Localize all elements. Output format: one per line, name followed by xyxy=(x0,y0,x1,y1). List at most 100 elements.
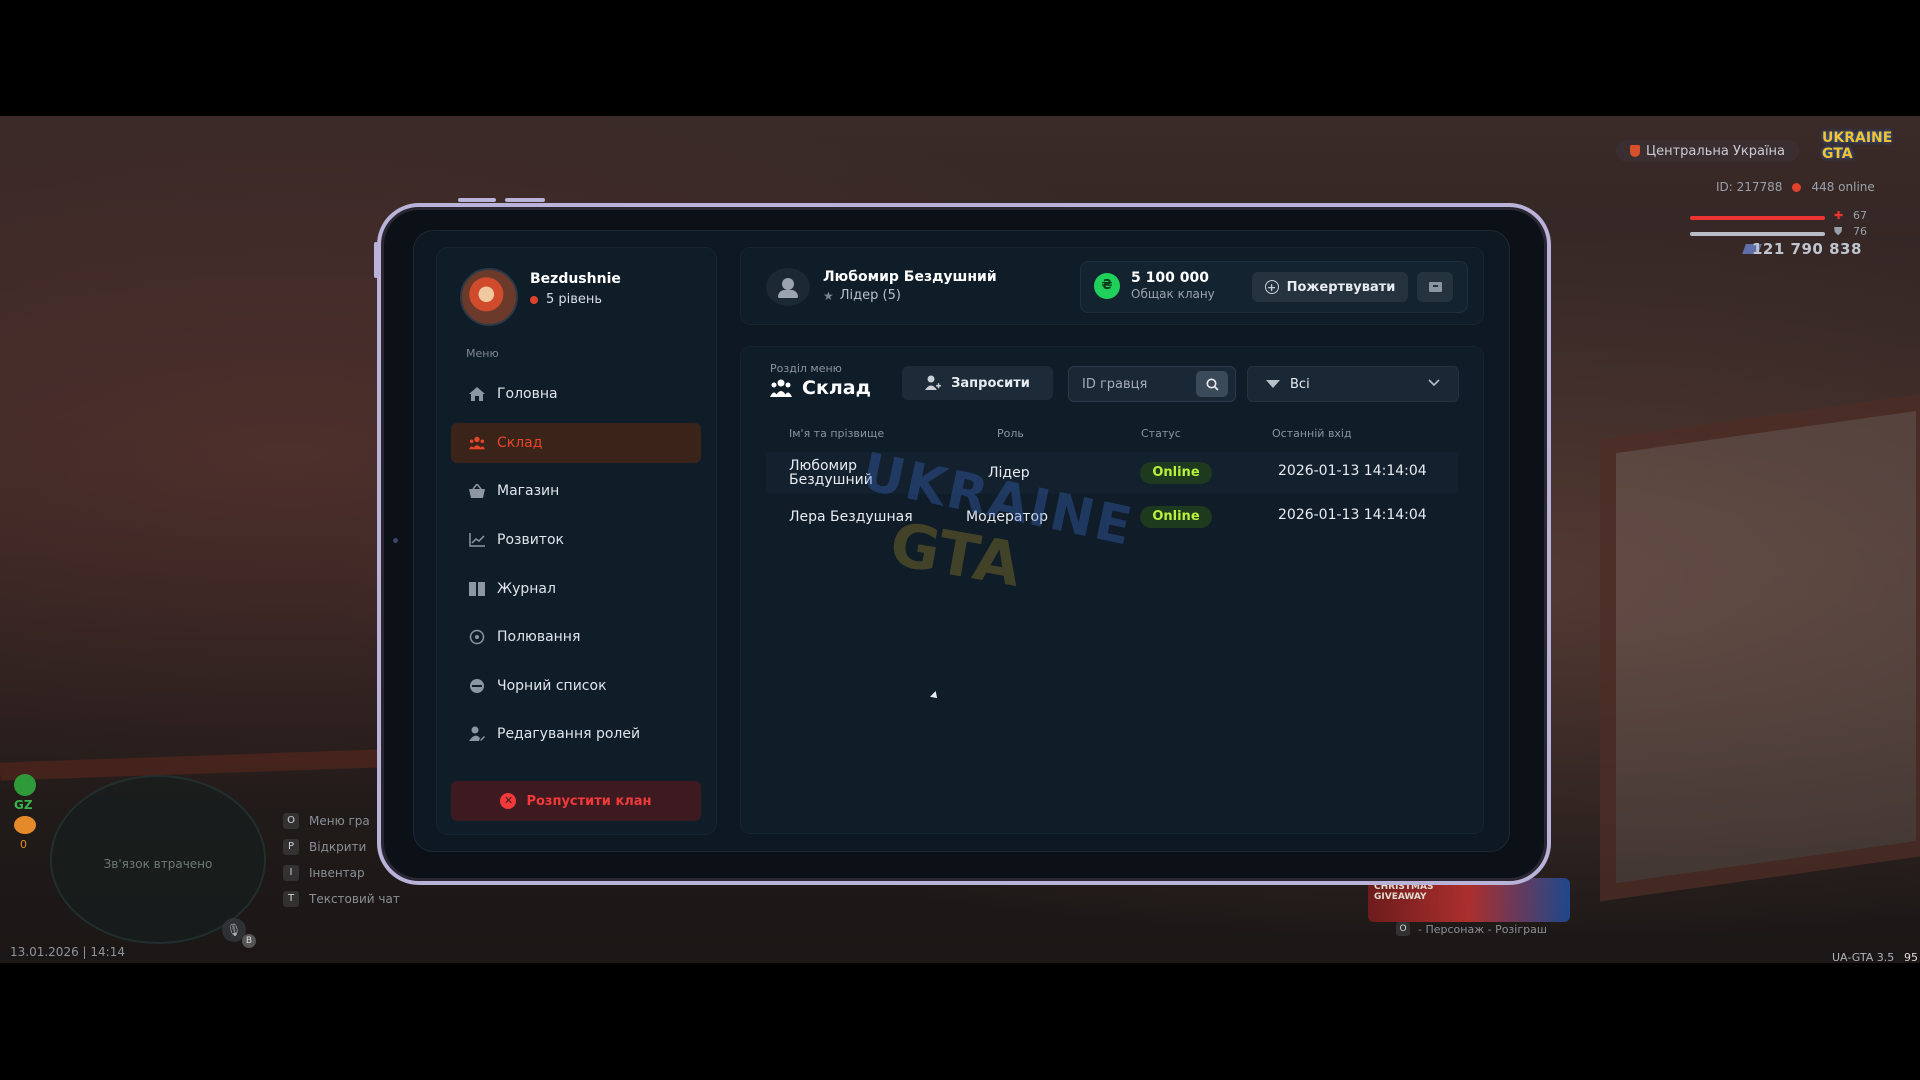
sidebar-item-label: Редагування ролей xyxy=(497,726,641,742)
game-version: UA-GTA 3.5 xyxy=(1832,951,1895,964)
event-hint: O - Персонаж - Розіграш xyxy=(1396,922,1547,936)
background-window xyxy=(1600,392,1920,902)
tablet-volume-button xyxy=(458,198,496,202)
sidebar-item-development[interactable]: Розвиток xyxy=(451,520,701,560)
sidebar-item-label: Магазин xyxy=(497,483,560,499)
people-icon xyxy=(469,435,485,451)
page-title: Склад xyxy=(770,377,871,399)
star-icon: ★ xyxy=(823,288,834,303)
fps-counter: 95 xyxy=(1904,951,1918,964)
home-icon xyxy=(469,386,485,402)
gz-label: GZ xyxy=(14,798,33,812)
health-icon: ✚ xyxy=(1834,209,1844,222)
health-bar xyxy=(1690,216,1825,220)
event-banner-text: CHRISTMAS GIVEAWAY xyxy=(1374,882,1434,902)
column-header-role: Роль xyxy=(997,427,1024,440)
bank-label: Общак клану xyxy=(1131,287,1215,301)
search-icon xyxy=(1206,378,1219,391)
close-icon: ✕ xyxy=(500,793,517,809)
sidebar-item-label: Полювання xyxy=(497,629,581,645)
sidebar-item-home[interactable]: Головна xyxy=(451,374,701,414)
sidebar-item-label: Головна xyxy=(497,386,558,402)
sidebar-item-label: Розвиток xyxy=(497,532,564,548)
tablet-power-button xyxy=(505,198,545,202)
disband-clan-button[interactable]: ✕ Розпустити клан xyxy=(451,781,701,821)
chevron-down-icon xyxy=(1428,376,1440,390)
basket-icon xyxy=(469,483,485,499)
filter-icon xyxy=(1266,380,1280,388)
bank-history-button[interactable] xyxy=(1417,272,1453,302)
user-icon xyxy=(778,278,798,298)
target-icon xyxy=(469,629,485,645)
disband-label: Розпустити клан xyxy=(526,793,652,809)
leader-avatar xyxy=(766,268,810,306)
member-last-login: 2026-01-13 14:14:04 xyxy=(1278,507,1427,523)
letterbox-top xyxy=(0,0,1920,116)
status-badge: Online xyxy=(1140,462,1212,484)
profile-name: Bezdushnie xyxy=(530,271,621,287)
server-name: Центральна Україна xyxy=(1646,143,1786,159)
sidebar-item-stock[interactable]: Склад xyxy=(451,423,701,463)
block-icon xyxy=(469,678,485,694)
sidebar-item-journal[interactable]: Журнал xyxy=(451,569,701,609)
book-icon xyxy=(469,581,485,597)
add-user-icon xyxy=(925,375,942,390)
gz-indicator-icon xyxy=(14,774,36,796)
sidebar-item-label: Чорний список xyxy=(497,678,607,694)
plus-circle-icon: + xyxy=(1264,280,1279,294)
armor-icon: ⛊ xyxy=(1834,225,1843,238)
filter-value: Всі xyxy=(1290,376,1310,392)
member-last-login: 2026-01-13 14:14:04 xyxy=(1278,463,1427,479)
column-header-name: Ім'я та прізвище xyxy=(789,427,885,440)
armor-value: 76 xyxy=(1853,225,1867,238)
player-id: ID: 217788 xyxy=(1716,180,1783,194)
avatar xyxy=(460,268,518,326)
key-hint: T Текстовий чат xyxy=(283,886,400,912)
player-id-row: ID: 217788 448 online xyxy=(1716,180,1875,194)
connection-lost-text: Зв'язок втрачено xyxy=(103,857,213,871)
mic-key-badge: B xyxy=(242,934,256,948)
section-subtitle: Розділ меню xyxy=(770,362,842,375)
sidebar-item-hunting[interactable]: Полювання xyxy=(451,617,701,657)
invite-label: Запросити xyxy=(951,375,1030,391)
column-header-last-login: Останній вхід xyxy=(1272,427,1352,440)
chart-icon xyxy=(469,532,485,548)
role-filter-select[interactable]: Всі xyxy=(1247,366,1459,402)
invite-button[interactable]: Запросити xyxy=(902,366,1053,400)
server-badge: Центральна Україна xyxy=(1616,140,1800,162)
profile-level: 5 рівень xyxy=(530,292,602,307)
sidebar-item-shop[interactable]: Магазин xyxy=(451,471,701,511)
wanted-indicator-icon xyxy=(14,816,36,834)
main-panel xyxy=(740,346,1484,834)
bank-amount: 5 100 000 xyxy=(1131,270,1209,286)
wallet-icon xyxy=(1428,282,1442,292)
shield-icon xyxy=(1630,145,1640,157)
money-value: 121 790 838 xyxy=(1752,240,1862,258)
status-badge: Online xyxy=(1140,506,1212,528)
sidebar-item-label: Журнал xyxy=(497,581,556,597)
sidebar-item-blacklist[interactable]: Чорний список xyxy=(451,666,701,706)
menu-title: Меню xyxy=(466,347,499,360)
user-edit-icon xyxy=(469,726,485,742)
background-beam xyxy=(0,749,381,781)
donate-button[interactable]: + Пожертвувати xyxy=(1252,272,1408,302)
leader-role: ★ Лідер (5) xyxy=(823,288,901,303)
armor-bar xyxy=(1690,232,1825,236)
health-value: 67 xyxy=(1853,209,1867,222)
search-button[interactable] xyxy=(1196,371,1228,397)
column-header-status: Статус xyxy=(1141,427,1181,440)
leader-name: Любомир Бездушний xyxy=(823,269,997,285)
player-id-search-input[interactable] xyxy=(1080,374,1194,394)
sidebar-item-label: Склад xyxy=(497,435,543,451)
coin-icon: ₴ xyxy=(1094,273,1120,299)
game-logo: UKRAINE GTA xyxy=(1822,130,1893,162)
tablet-camera xyxy=(393,538,398,543)
donate-label: Пожертвувати xyxy=(1286,279,1396,295)
gz-count: 0 xyxy=(20,838,27,851)
letterbox-bottom xyxy=(0,963,1920,1080)
online-dot-icon xyxy=(1792,182,1802,192)
datetime: 13.01.2026 | 14:14 xyxy=(10,945,125,959)
online-count: 448 online xyxy=(1811,180,1875,194)
level-dot-icon xyxy=(530,295,538,304)
sidebar-item-role-editing[interactable]: Редагування ролей xyxy=(451,714,701,754)
